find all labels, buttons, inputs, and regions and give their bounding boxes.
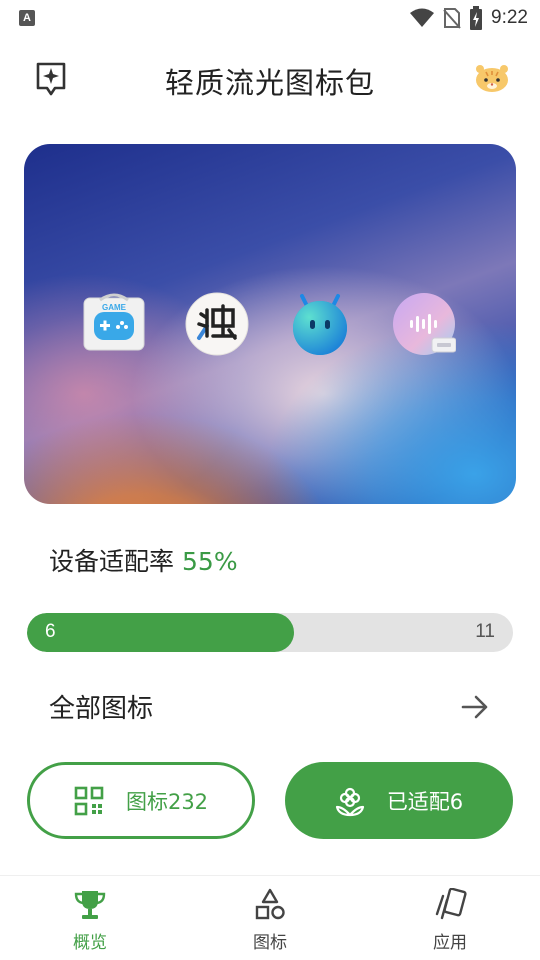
adapted-count: 6 [45,621,56,642]
notification-app-icon: A [19,10,35,26]
all-icons-row[interactable]: 全部图标 [0,680,540,736]
icons-count-button[interactable]: 图标232 [27,762,255,839]
bottom-navigation: 概览 图标 应用 [0,875,540,960]
no-sim-icon [443,8,461,29]
nav-overview-label: 概览 [73,933,107,953]
trophy-icon [74,891,106,919]
nav-apps-label: 应用 [433,933,467,953]
flower-icon [335,787,364,816]
icons-count-label: 图标232 [125,789,209,814]
cards-icon [435,888,467,920]
arrow-right-icon[interactable] [460,692,490,722]
adaptation-rate-value: 55% [182,547,238,576]
tiger-mascot-icon[interactable] [474,62,510,94]
nav-overview[interactable]: 概览 [30,888,150,956]
shapes-icon [255,888,285,920]
status-time: 9:22 [491,7,528,28]
adaptation-progress-bar: 6 11 [27,613,513,652]
preview-banner: GAME [24,144,516,504]
zhuo-app-icon [185,292,249,356]
adaptation-rate-label: 设备适配率 [49,547,175,576]
all-icons-label: 全部图标 [49,694,154,724]
progress-fill [27,613,295,652]
adaptation-rate: 设备适配率 55% [49,542,238,578]
grid-icon [74,786,104,815]
adapted-count-label: 已适配6 [386,789,464,814]
wifi-icon [410,8,435,27]
nav-icons-label: 图标 [253,933,287,953]
nav-icons[interactable]: 图标 [210,888,330,956]
battery-charging-icon [470,6,483,30]
status-icons: 9:22 [409,6,528,30]
status-bar: A 9:22 [0,0,540,36]
svg-text:GAME: GAME [102,303,127,312]
game-center-app-icon: GAME [83,293,145,351]
total-count: 11 [475,621,495,642]
page-title: 轻质流光图标包 [164,66,375,100]
adapted-count-button[interactable]: 已适配6 [285,762,513,839]
voice-assistant-app-icon [393,293,456,355]
blue-robot-app-icon [293,294,347,355]
nav-apps[interactable]: 应用 [390,888,510,956]
app-header: 轻质流光图标包 [0,50,540,110]
